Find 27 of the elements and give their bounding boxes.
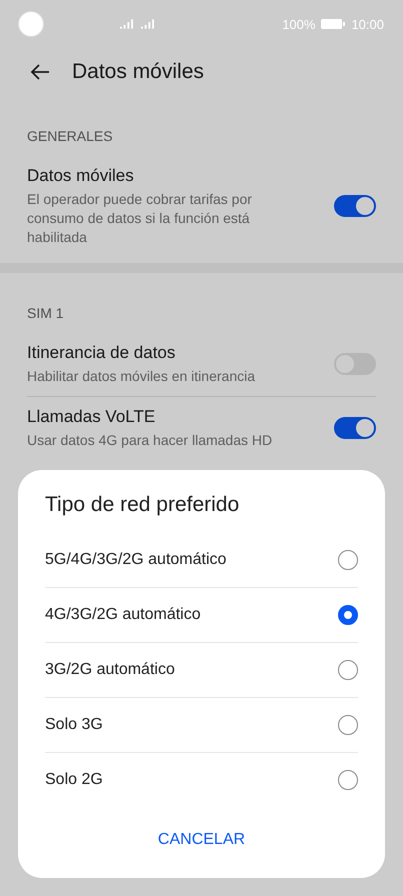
radio-button[interactable] [338,605,358,625]
radio-button[interactable] [338,770,358,790]
radio-button[interactable] [338,550,358,570]
network-option[interactable]: 3G/2G automático [45,642,358,697]
setting-description: Habilitar datos móviles en itinerancia [27,366,256,386]
network-option[interactable]: 5G/4G/3G/2G automático [45,533,358,587]
signal-icon [120,19,133,29]
section-heading: GENERALES [26,127,114,146]
setting-title: Itinerancia de datos [27,342,176,363]
setting-description: El operador puede cobrar tarifas por consumo de datos si la función está habilitada [27,190,253,247]
radio-button[interactable] [338,660,358,680]
network-option[interactable]: Solo 3G [45,697,358,752]
setting-title: Datos móviles [27,166,135,186]
signal-icon [141,19,154,29]
section-heading: SIM 1 [26,304,65,323]
toggle-switch[interactable] [334,195,376,218]
cancel-button[interactable]: CANCELAR [142,823,262,857]
setting-title: Llamadas VoLTE [27,406,156,427]
camera-dot [18,11,44,37]
dialog-title: Tipo de red preferido [45,492,240,518]
radio-button[interactable] [338,715,358,735]
battery-icon [321,19,346,29]
toggle-switch[interactable] [334,417,376,439]
setting-description: Usar datos 4G para hacer llamadas HD [27,430,274,450]
network-option[interactable]: 4G/3G/2G automático [45,587,358,642]
page-title: Datos móviles [72,60,204,84]
network-option[interactable]: Solo 2G [45,752,358,807]
